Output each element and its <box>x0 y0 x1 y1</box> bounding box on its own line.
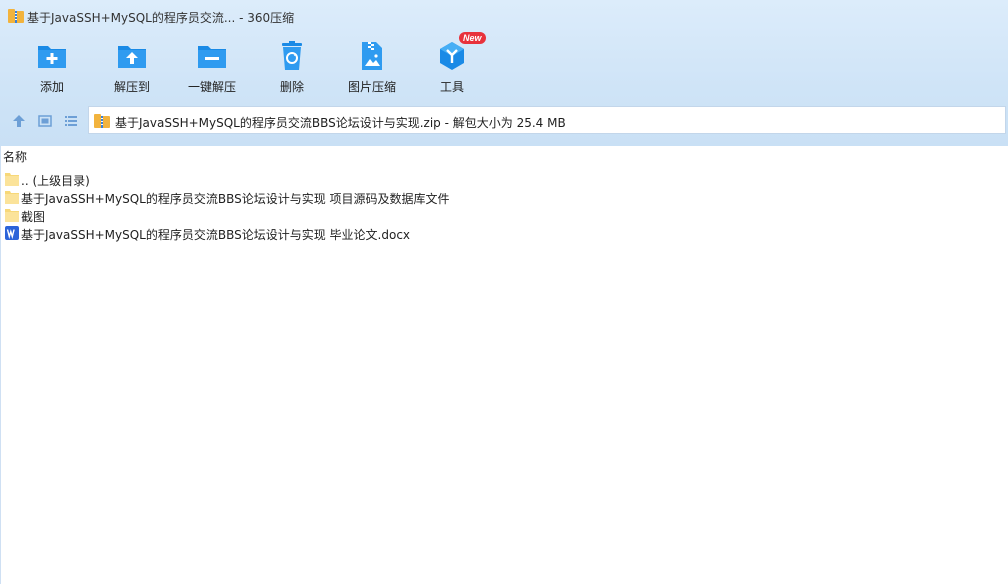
folder-icon <box>5 209 19 222</box>
thumbnail-view-icon[interactable] <box>37 113 53 129</box>
list-item-name: .. (上级目录) <box>21 174 90 188</box>
recycle-bin-icon <box>282 41 302 70</box>
list-item-name: 基于JavaSSH+MySQL的程序员交流BBS论坛设计与实现 项目源码及数据库… <box>21 192 450 206</box>
tools-button[interactable]: New 工具 <box>412 32 492 98</box>
list-item-screenshot-folder[interactable]: 截图 <box>3 206 603 224</box>
add-folder-icon <box>38 46 66 68</box>
word-document-icon <box>5 226 19 240</box>
one-click-extract-label: 一键解压 <box>187 80 236 94</box>
up-arrow-icon[interactable] <box>11 113 27 129</box>
new-badge: New <box>459 32 486 44</box>
title-bar: 基于JavaSSH+MySQL的程序员交流... - 360压缩 <box>0 0 1008 32</box>
extract-to-button[interactable]: 解压到 <box>92 36 172 98</box>
archive-icon <box>94 114 110 128</box>
folder-icon <box>5 173 19 186</box>
column-header-name[interactable]: 名称 <box>3 148 27 165</box>
list-item-thesis-docx[interactable]: 基于JavaSSH+MySQL的程序员交流BBS论坛设计与实现 毕业论文.doc… <box>3 224 603 242</box>
address-bar[interactable]: 基于JavaSSH+MySQL的程序员交流BBS论坛设计与实现.zip - 解包… <box>88 106 1006 134</box>
list-item-name: 截图 <box>21 210 46 224</box>
image-compress-icon <box>362 42 382 70</box>
file-list: 名称 .. (上级目录) 基于JavaSSH+MySQL的程序员交流BBS论坛设… <box>0 146 1008 584</box>
list-view-icon[interactable] <box>63 113 79 129</box>
folder-icon <box>5 191 19 204</box>
navigation-bar: 基于JavaSSH+MySQL的程序员交流BBS论坛设计与实现.zip - 解包… <box>0 106 1008 136</box>
add-label: 添加 <box>39 80 64 94</box>
list-item-source-folder[interactable]: 基于JavaSSH+MySQL的程序员交流BBS论坛设计与实现 项目源码及数据库… <box>3 188 603 206</box>
delete-label: 删除 <box>279 80 304 94</box>
list-item-parent-dir[interactable]: .. (上级目录) <box>3 170 603 188</box>
one-click-extract-icon <box>198 46 226 68</box>
add-button[interactable]: 添加 <box>12 36 92 98</box>
image-compress-label: 图片压缩 <box>347 80 396 94</box>
extract-to-icon <box>118 46 146 68</box>
address-text: 基于JavaSSH+MySQL的程序员交流BBS论坛设计与实现.zip - 解包… <box>115 116 566 130</box>
window-title: 基于JavaSSH+MySQL的程序员交流... - 360压缩 <box>27 11 295 25</box>
archive-app-icon <box>8 9 24 23</box>
image-compress-button[interactable]: 图片压缩 <box>332 36 412 98</box>
delete-button[interactable]: 删除 <box>252 36 332 98</box>
extract-to-label: 解压到 <box>113 80 150 94</box>
one-click-extract-button[interactable]: 一键解压 <box>172 36 252 98</box>
toolbar: 添加 解压到 一键解压 删除 图片压缩 New 工具 <box>0 32 1008 98</box>
top-chrome: 基于JavaSSH+MySQL的程序员交流... - 360压缩 添加 解压到 <box>0 0 1008 146</box>
list-item-name: 基于JavaSSH+MySQL的程序员交流BBS论坛设计与实现 毕业论文.doc… <box>21 228 411 242</box>
tools-icon <box>440 42 464 70</box>
tools-label: 工具 <box>439 80 464 94</box>
